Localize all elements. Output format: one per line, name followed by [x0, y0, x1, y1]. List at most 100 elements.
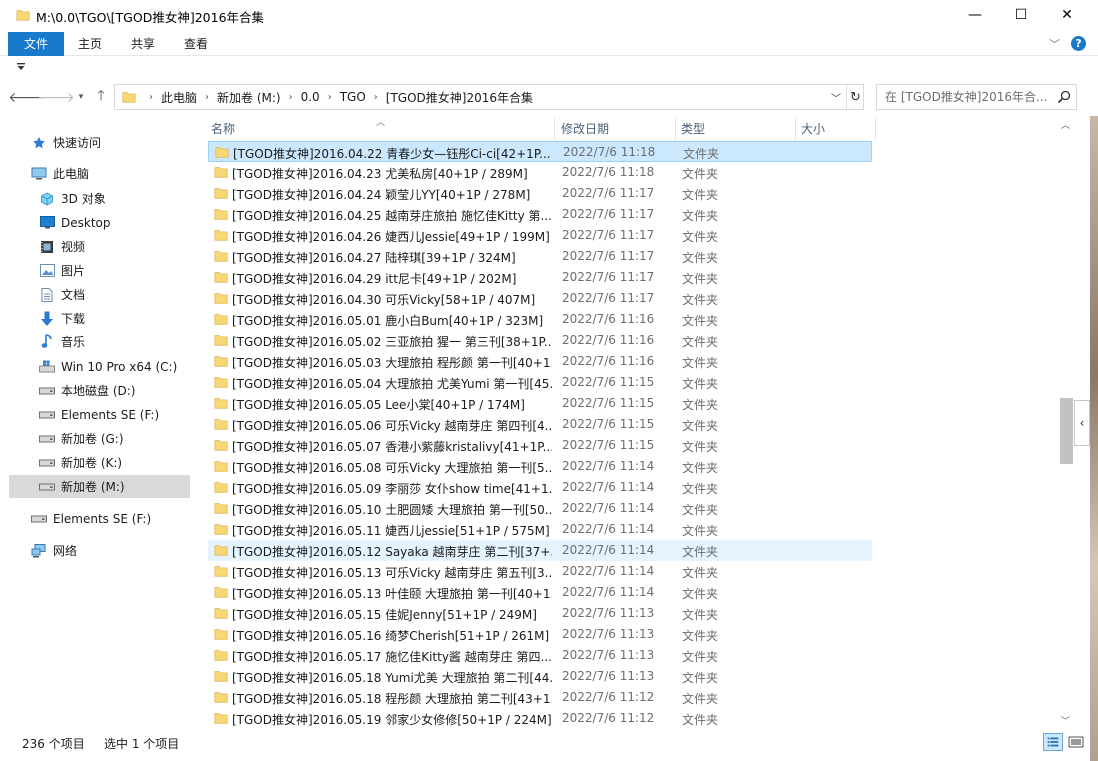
- breadcrumb-drive-m[interactable]: 新加卷 (M:): [217, 89, 281, 106]
- table-row[interactable]: [TGOD推女神]2016.04.24 颖莹儿YY[40+1P / 278M] 2…: [208, 183, 872, 204]
- sidebar-item-drive-d[interactable]: 本地磁盘 (D:): [9, 379, 190, 402]
- table-row[interactable]: [TGOD推女神]2016.04.25 越南芽庄旅拍 施忆佳Kitty 第...…: [208, 204, 872, 225]
- close-button[interactable]: ✕: [1044, 0, 1090, 30]
- table-row[interactable]: [TGOD推女神]2016.05.06 可乐Vicky 越南芽庄 第四刊[4..…: [208, 414, 872, 435]
- column-header-size[interactable]: 大小: [796, 118, 876, 140]
- table-row[interactable]: [TGOD推女神]2016.05.12 Sayaka 越南芽庄 第二刊[37+.…: [208, 540, 872, 561]
- address-bar[interactable]: › 此电脑 › 新加卷 (M:) › 0.0 › TGO › [TGOD推女神]…: [114, 84, 864, 110]
- column-header-name[interactable]: 名称 ︿: [206, 118, 555, 140]
- table-row[interactable]: [TGOD推女神]2016.05.18 程彤颜 大理旅拍 第二刊[43+1...…: [208, 687, 872, 708]
- sidebar-item-drive-k[interactable]: 新加卷 (K:): [9, 451, 190, 474]
- table-row[interactable]: [TGOD推女神]2016.05.18 Yumi尤美 大理旅拍 第二刊[44..…: [208, 666, 872, 687]
- file-date: 2022/7/6 11:12: [562, 690, 655, 704]
- sidebar-item-drive-m[interactable]: 新加卷 (M:): [9, 475, 190, 498]
- sidebar-item-videos[interactable]: 视频: [9, 235, 190, 258]
- sidebar-item-drive-c[interactable]: Win 10 Pro x64 (C:): [9, 355, 190, 378]
- chevron-right-icon[interactable]: ›: [289, 92, 293, 103]
- table-row[interactable]: [TGOD推女神]2016.05.09 李丽莎 女仆show time[41+1…: [208, 477, 872, 498]
- table-row[interactable]: [TGOD推女神]2016.05.19 邻家少女修修[50+1P / 224M]…: [208, 708, 872, 729]
- table-row[interactable]: [TGOD推女神]2016.05.08 可乐Vicky 大理旅拍 第一刊[5..…: [208, 456, 872, 477]
- sidebar-item-desktop[interactable]: Desktop: [9, 211, 190, 234]
- sidebar-item-documents[interactable]: 文档: [9, 283, 190, 306]
- minimize-button[interactable]: —: [952, 0, 998, 30]
- folder-icon: [214, 293, 228, 304]
- up-arrow-icon[interactable]: 🡑: [90, 86, 112, 108]
- recent-locations-chevron-icon[interactable]: ▾: [70, 86, 92, 108]
- table-row[interactable]: [TGOD推女神]2016.04.27 陆梓琪[39+1P / 324M] 202…: [208, 246, 872, 267]
- table-row[interactable]: [TGOD推女神]2016.04.30 可乐Vicky[58+1P / 407M…: [208, 288, 872, 309]
- table-row[interactable]: [TGOD推女神]2016.05.16 绮梦Cherish[51+1P / 26…: [208, 624, 872, 645]
- sidebar-item-drive-f[interactable]: Elements SE (F:): [9, 403, 190, 426]
- folder-icon: [214, 314, 228, 325]
- chevron-right-icon[interactable]: ›: [149, 92, 153, 103]
- table-row[interactable]: [TGOD推女神]2016.05.05 Lee小棠[40+1P / 174M] 2…: [208, 393, 872, 414]
- sidebar-item-3d-objects[interactable]: 3D 对象: [9, 187, 190, 210]
- table-row[interactable]: [TGOD推女神]2016.04.29 itt尼卡[49+1P / 202M] 2…: [208, 267, 872, 288]
- breadcrumb-folder-tgo[interactable]: TGO: [340, 90, 366, 104]
- sidebar-item-label: Win 10 Pro x64 (C:): [61, 359, 178, 374]
- table-row[interactable]: [TGOD推女神]2016.05.17 施忆佳Kitty酱 越南芽庄 第四...…: [208, 645, 872, 666]
- details-view-icon[interactable]: [1043, 733, 1063, 751]
- vertical-scrollbar[interactable]: ︿ ﹀: [1058, 116, 1075, 728]
- breadcrumb-this-pc[interactable]: 此电脑: [161, 89, 197, 106]
- title-bar[interactable]: M:\0.0\TGO\[TGOD推女神]2016年合集 — ☐ ✕: [0, 0, 1098, 32]
- table-row[interactable]: [TGOD推女神]2016.05.13 叶佳颐 大理旅拍 第一刊[40+1...…: [208, 582, 872, 603]
- table-row[interactable]: [TGOD推女神]2016.05.10 土肥圆矮 大理旅拍 第一刊[50... 2…: [208, 498, 872, 519]
- table-row[interactable]: [TGOD推女神]2016.05.03 大理旅拍 程彤颜 第一刊[40+1...…: [208, 351, 872, 372]
- table-row[interactable]: [TGOD推女神]2016.05.13 可乐Vicky 越南芽庄 第五刊[3..…: [208, 561, 872, 582]
- chevron-right-icon[interactable]: ›: [328, 92, 332, 103]
- help-icon[interactable]: ?: [1071, 36, 1086, 51]
- search-icon[interactable]: [1056, 89, 1072, 105]
- sidebar-item-network[interactable]: 网络: [9, 539, 190, 562]
- breadcrumb-folder-0-0[interactable]: 0.0: [301, 90, 320, 104]
- tab-file[interactable]: 文件: [8, 32, 64, 56]
- customize-toolbar-icon[interactable]: [16, 62, 26, 72]
- sidebar-item-this-pc[interactable]: 此电脑: [9, 162, 190, 185]
- sidebar-item-quick-access[interactable]: 快速访问: [9, 131, 190, 154]
- scroll-up-icon[interactable]: ︿: [1061, 118, 1070, 131]
- breadcrumb-current-folder[interactable]: [TGOD推女神]2016年合集: [386, 89, 533, 106]
- folder-icon: [214, 419, 228, 430]
- back-arrow-icon[interactable]: 🡐: [8, 86, 46, 108]
- table-row[interactable]: [TGOD推女神]2016.04.23 尤美私房[40+1P / 289M] 20…: [208, 162, 872, 183]
- preview-pane-toggle-chevron-left-icon[interactable]: ‹: [1074, 400, 1090, 446]
- table-row[interactable]: [TGOD推女神]2016.05.01 鹿小白Bum[40+1P / 323M]…: [208, 309, 872, 330]
- search-input[interactable]: [885, 88, 1050, 106]
- column-header-date[interactable]: 修改日期: [556, 118, 676, 140]
- table-row[interactable]: [TGOD推女神]2016.04.26 婕西儿Jessie[49+1P / 19…: [208, 225, 872, 246]
- sidebar-item-downloads[interactable]: 下载: [9, 307, 190, 330]
- chevron-right-icon[interactable]: ›: [374, 92, 378, 103]
- refresh-icon[interactable]: ↻: [846, 85, 864, 109]
- scroll-down-icon[interactable]: ﹀: [1061, 714, 1070, 727]
- chevron-right-icon[interactable]: ›: [205, 92, 209, 103]
- expand-ribbon-chevron-icon[interactable]: ﹀: [1049, 36, 1060, 52]
- table-row[interactable]: [TGOD推女神]2016.05.02 三亚旅拍 猩一 第三刊[38+1P...…: [208, 330, 872, 351]
- folder-icon: [214, 587, 228, 598]
- sidebar-item-removable-drive-f[interactable]: Elements SE (F:): [9, 507, 190, 530]
- file-type: 文件夹: [682, 629, 719, 643]
- forward-arrow-icon[interactable]: 🡒: [37, 86, 75, 108]
- table-row[interactable]: [TGOD推女神]2016.05.11 婕西儿jessie[51+1P / 57…: [208, 519, 872, 540]
- sidebar-item-drive-g[interactable]: 新加卷 (G:): [9, 427, 190, 450]
- table-row[interactable]: [TGOD推女神]2016.05.04 大理旅拍 尤美Yumi 第一刊[45..…: [208, 372, 872, 393]
- large-icons-view-icon[interactable]: [1066, 733, 1086, 751]
- search-box[interactable]: [876, 84, 1077, 110]
- scrollbar-thumb[interactable]: [1060, 398, 1073, 464]
- tab-home[interactable]: 主页: [66, 32, 114, 56]
- table-row[interactable]: [TGOD推女神]2016.05.07 香港小紫藤kristalivy[41+1…: [208, 435, 872, 456]
- file-name: [TGOD推女神]2016.05.13 叶佳颐 大理旅拍 第一刊[40+1...: [232, 587, 552, 601]
- folder-icon: [214, 230, 228, 241]
- file-date: 2022/7/6 11:14: [562, 459, 655, 473]
- file-type: 文件夹: [682, 545, 719, 559]
- sidebar-item-pictures[interactable]: 图片: [9, 259, 190, 282]
- column-header-type[interactable]: 类型: [676, 118, 796, 140]
- maximize-button[interactable]: ☐: [998, 0, 1044, 30]
- tab-view[interactable]: 查看: [172, 32, 220, 56]
- address-row: 🡐 🡒 ▾ 🡑 › 此电脑 › 新加卷 (M:) › 0.0 › TGO › […: [0, 82, 1098, 112]
- tab-share[interactable]: 共享: [120, 32, 166, 56]
- table-row[interactable]: [TGOD推女神]2016.04.22 青春少女—钰彤Ci-ci[42+1P..…: [208, 141, 872, 162]
- address-history-chevron-down-icon[interactable]: ﹀: [826, 85, 846, 109]
- folder-icon: [214, 335, 228, 346]
- sidebar-item-music[interactable]: 音乐: [9, 330, 190, 353]
- table-row[interactable]: [TGOD推女神]2016.05.15 佳妮Jenny[51+1P / 249M…: [208, 603, 872, 624]
